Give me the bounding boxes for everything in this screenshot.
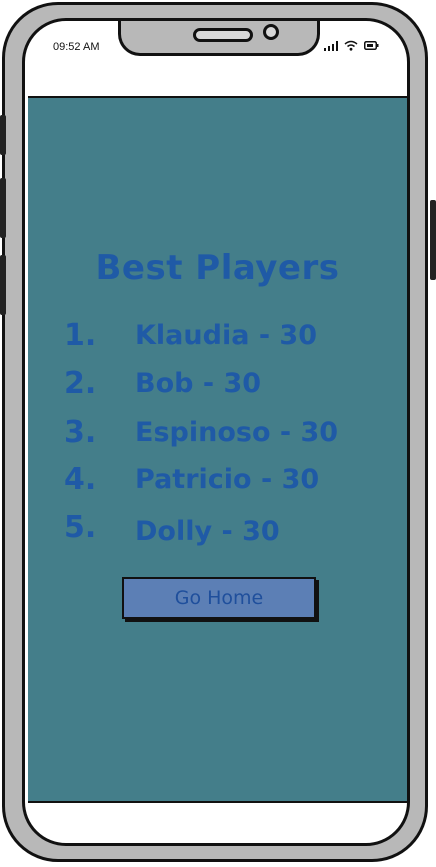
rank-number-5: 5. — [64, 510, 97, 545]
go-home-button[interactable]: Go Home — [122, 577, 316, 619]
phone-notch — [118, 21, 320, 56]
speaker-icon — [193, 28, 253, 42]
side-button-right — [430, 200, 436, 280]
rank-number-2: 2. — [64, 366, 97, 401]
player-entry-3: Espinoso - 30 — [135, 417, 339, 448]
player-entry-2: Bob - 30 — [135, 368, 262, 399]
side-button-left-middle — [0, 178, 6, 238]
battery-icon — [364, 41, 379, 50]
side-button-left-top — [0, 115, 6, 155]
signal-icon — [324, 40, 338, 51]
rank-number-1: 1. — [64, 318, 97, 353]
side-button-left-bottom — [0, 255, 6, 315]
phone-screen: 09:52 AM Best Players 1. Klaudia - 30 2.… — [22, 18, 410, 846]
player-entry-1: Klaudia - 30 — [135, 320, 317, 351]
status-icons — [324, 40, 379, 51]
app-screen: Best Players 1. Klaudia - 30 2. Bob - 30… — [28, 96, 407, 803]
camera-icon — [263, 24, 279, 40]
rank-number-4: 4. — [64, 462, 97, 497]
status-time: 09:52 AM — [53, 41, 100, 53]
wifi-icon — [344, 40, 358, 51]
rank-number-3: 3. — [64, 415, 97, 450]
player-entry-4: Patricio - 30 — [135, 464, 320, 495]
player-entry-5: Dolly - 30 — [135, 516, 280, 547]
page-title: Best Players — [95, 248, 340, 288]
